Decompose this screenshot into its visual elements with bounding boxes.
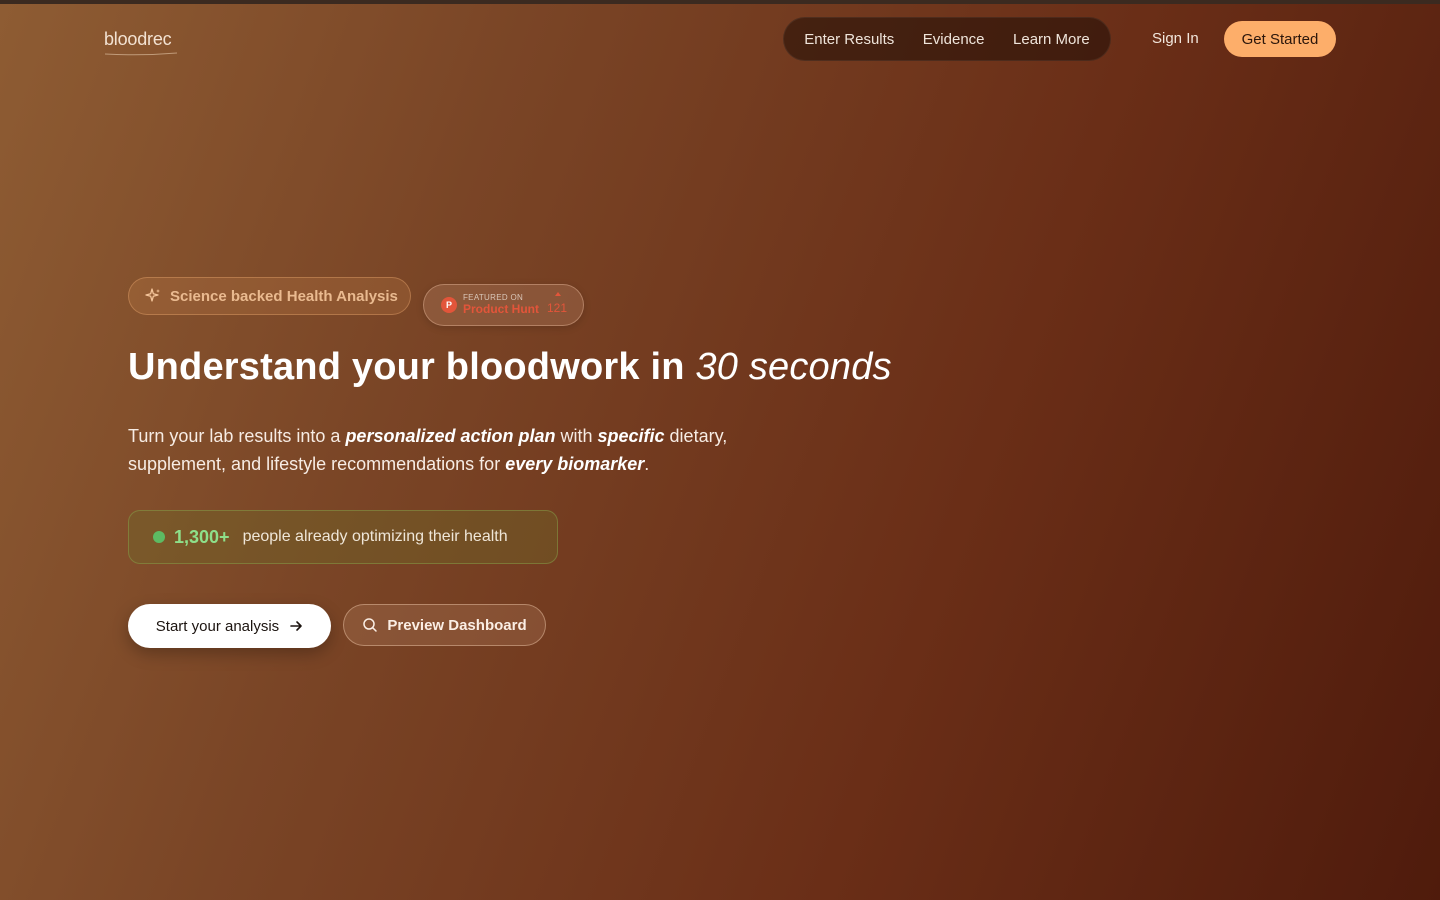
get-started-button[interactable]: Get Started [1224, 21, 1336, 57]
product-hunt-name: Product Hunt [463, 302, 539, 316]
user-count-label: people already optimizing their health [242, 528, 508, 545]
headline-main: Understand your bloodwork in [128, 346, 696, 388]
product-hunt-logo-icon: P [441, 297, 457, 313]
sparkles-icon [145, 288, 160, 302]
hero-headline: Understand your bloodwork in 30 seconds [128, 346, 892, 389]
headline-emphasis: 30 seconds [695, 346, 892, 388]
product-hunt-featured-label: FEATURED ON [463, 293, 524, 302]
product-hunt-badge[interactable]: P FEATURED ON Product Hunt 121 [423, 284, 584, 326]
product-hunt-upvote-count: 121 [547, 301, 568, 315]
nav-evidence[interactable]: Evidence [913, 25, 995, 54]
subtext-part-1: Turn your lab results into a [128, 426, 346, 446]
search-icon [363, 618, 378, 632]
nav-learn-more[interactable]: Learn More [1003, 25, 1100, 54]
preview-dashboard-button[interactable]: Preview Dashboard [343, 604, 546, 646]
user-count-banner: 1,300+ people already optimizing their h… [128, 510, 558, 564]
logo-underline [104, 52, 178, 56]
subtext-emphasis-1: personalized action plan [345, 426, 556, 446]
arrow-right-icon [290, 621, 302, 631]
subtext-part-2: with [555, 426, 598, 446]
preview-dashboard-label: Preview Dashboard [387, 616, 527, 634]
main-nav: Enter Results Evidence Learn More [783, 17, 1111, 61]
top-border [0, 0, 1440, 4]
start-analysis-button[interactable]: Start your analysis [128, 604, 331, 648]
hero-subtext: Turn your lab results into a personalize… [128, 422, 788, 478]
subtext-emphasis-2: specific [597, 426, 665, 446]
logo[interactable]: bloodrec [104, 29, 172, 50]
science-badge-label: Science backed Health Analysis [170, 287, 398, 305]
status-dot-icon [153, 531, 165, 543]
science-badge: Science backed Health Analysis [128, 277, 411, 315]
start-analysis-label: Start your analysis [155, 617, 280, 635]
user-count: 1,300+ [174, 526, 230, 547]
subtext-emphasis-3: every biomarker [505, 454, 645, 474]
upvote-arrow-icon [555, 292, 561, 296]
nav-enter-results[interactable]: Enter Results [794, 25, 904, 54]
subtext-part-4: . [644, 454, 650, 474]
sign-in-link[interactable]: Sign In [1140, 28, 1211, 50]
